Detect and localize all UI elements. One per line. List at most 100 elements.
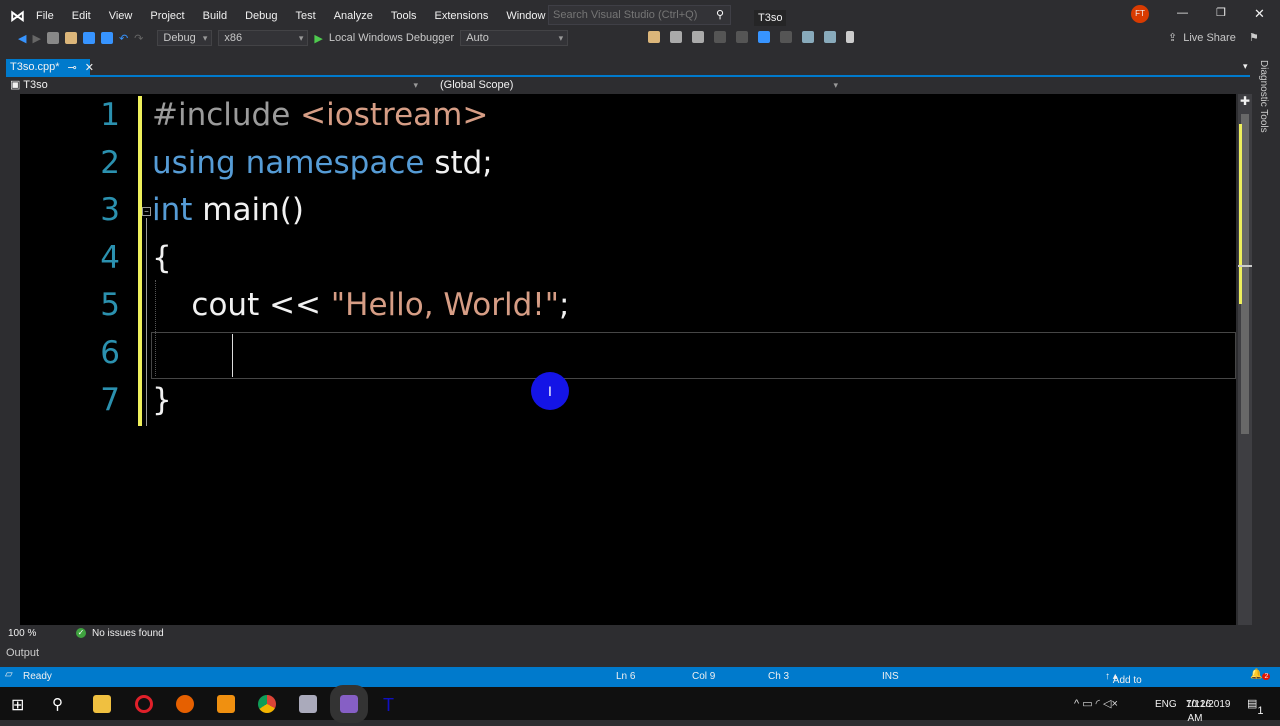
new-project-icon[interactable] bbox=[46, 32, 59, 44]
issues-status[interactable]: No issues found bbox=[92, 628, 164, 639]
windows-start-icon[interactable]: ⊞ bbox=[11, 695, 24, 714]
add-source-control-button[interactable]: ↑ Add to Source Control ▴ bbox=[1105, 671, 1145, 708]
split-icon[interactable]: ✚ bbox=[1240, 94, 1250, 108]
share-icon: ⇪ bbox=[1168, 32, 1178, 44]
change-margin bbox=[138, 96, 142, 426]
line-number: 7 bbox=[100, 382, 120, 418]
action-center-icon[interactable]: ▤ 1 bbox=[1247, 697, 1264, 717]
rebuild-icon[interactable] bbox=[692, 31, 704, 43]
find-icon[interactable] bbox=[648, 31, 660, 43]
notifications-bell-icon[interactable]: 🔔 2 bbox=[1250, 669, 1271, 680]
app-t-icon[interactable]: T bbox=[383, 695, 394, 715]
status-ready: Ready bbox=[23, 671, 52, 682]
start-debugger-button[interactable]: Local Windows Debugger bbox=[329, 32, 454, 44]
restore-button[interactable]: ❐ bbox=[1216, 6, 1226, 19]
menu-analyze[interactable]: Analyze bbox=[334, 10, 373, 22]
code-line[interactable]: int main() bbox=[152, 187, 304, 235]
line-number: 4 bbox=[100, 239, 120, 276]
live-share-button[interactable]: ⇪ Live Share bbox=[1168, 31, 1236, 45]
open-icon[interactable] bbox=[64, 32, 77, 44]
code-token: ; bbox=[558, 287, 570, 323]
pin-icon[interactable]: ⊸ bbox=[68, 61, 77, 74]
feedback-icon[interactable]: ⚑ bbox=[1249, 31, 1259, 44]
file-explorer-icon[interactable] bbox=[93, 695, 111, 713]
sublime-icon[interactable] bbox=[217, 695, 235, 713]
toolbar-icons bbox=[648, 31, 854, 43]
outline-collapse-icon[interactable]: − bbox=[142, 207, 151, 216]
comment-icon[interactable] bbox=[736, 31, 748, 43]
change-marker bbox=[1239, 124, 1242, 304]
minimize-button[interactable]: — bbox=[1177, 7, 1188, 19]
code-line[interactable]: using namespace std; bbox=[152, 140, 493, 188]
chrome-icon[interactable] bbox=[258, 695, 276, 713]
status-line[interactable]: Ln 6 bbox=[616, 671, 635, 682]
current-line-highlight bbox=[151, 332, 1236, 379]
code-token: using namespace bbox=[152, 144, 435, 181]
code-line[interactable]: cout << "Hello, World!"; bbox=[152, 282, 569, 330]
step-icon[interactable] bbox=[758, 31, 770, 43]
solution-title: T3so bbox=[754, 10, 787, 26]
search-box[interactable]: ⚲ bbox=[548, 5, 731, 25]
code-line[interactable]: { bbox=[152, 235, 172, 283]
menu-file[interactable]: File bbox=[36, 10, 54, 22]
tab-t3so-cpp[interactable]: T3so.cpp* ⊸ ✕ bbox=[6, 59, 94, 76]
diagnostic-tools-tab[interactable]: Diagnostic Tools bbox=[1258, 60, 1269, 133]
close-tab-icon[interactable]: ✕ bbox=[85, 61, 94, 74]
outline-line bbox=[146, 218, 147, 426]
firefox-icon[interactable] bbox=[176, 695, 194, 713]
help-indent-icon[interactable] bbox=[824, 31, 836, 43]
forward-icon[interactable]: ▶ bbox=[32, 32, 40, 45]
undo-icon[interactable]: ↶ bbox=[119, 32, 128, 45]
status-col[interactable]: Col 9 bbox=[692, 671, 715, 682]
search-input[interactable] bbox=[549, 6, 709, 24]
text-cursor bbox=[232, 334, 233, 377]
build-icon[interactable] bbox=[670, 31, 682, 43]
bookmark-icon[interactable] bbox=[846, 31, 854, 43]
menu-tools[interactable]: Tools bbox=[391, 10, 417, 22]
save-icon[interactable] bbox=[82, 32, 95, 44]
language-indicator[interactable]: ENG bbox=[1155, 699, 1177, 717]
visual-studio-icon[interactable] bbox=[330, 685, 368, 723]
menu-project[interactable]: Project bbox=[150, 10, 184, 22]
line-number: 5 bbox=[100, 287, 120, 323]
back-icon[interactable]: ◀ bbox=[18, 32, 26, 45]
target-select[interactable]: Auto bbox=[460, 30, 569, 46]
menu-debug[interactable]: Debug bbox=[245, 10, 277, 22]
format-icon[interactable] bbox=[780, 31, 792, 43]
save-all-icon[interactable] bbox=[100, 32, 113, 44]
menu-window[interactable]: Window bbox=[506, 10, 545, 22]
opera-icon[interactable] bbox=[135, 695, 153, 713]
app-icon[interactable] bbox=[299, 695, 317, 713]
zoom-select[interactable]: 100 % bbox=[0, 628, 56, 639]
line-number: 1 bbox=[100, 97, 120, 133]
code-line[interactable]: #include <iostream> bbox=[152, 92, 488, 140]
status-bar: ▱ Ready Ln 6 Col 9 Ch 3 INS ↑ Add to Sou… bbox=[0, 667, 1280, 708]
menu-edit[interactable]: Edit bbox=[72, 10, 91, 22]
status-insert-mode[interactable]: INS bbox=[882, 671, 899, 682]
code-token: } bbox=[152, 382, 172, 418]
menu-extensions[interactable]: Extensions bbox=[435, 10, 489, 22]
menu-test[interactable]: Test bbox=[296, 10, 316, 22]
vertical-scrollbar[interactable] bbox=[1238, 94, 1252, 625]
config-select[interactable]: Debug bbox=[157, 30, 213, 46]
code-token: { bbox=[152, 239, 172, 276]
redo-icon[interactable]: ↷ bbox=[134, 32, 143, 45]
tray-icons[interactable]: ^ ▭ ◜ ◁× bbox=[1074, 697, 1118, 715]
search-taskbar-icon[interactable]: ⚲ bbox=[52, 695, 63, 713]
close-button[interactable]: ✕ bbox=[1254, 6, 1265, 22]
indent-icon[interactable] bbox=[714, 31, 726, 43]
status-char[interactable]: Ch 3 bbox=[768, 671, 789, 682]
start-icon[interactable]: ▶ bbox=[314, 32, 322, 45]
horizontal-scrollbar[interactable] bbox=[220, 627, 1236, 639]
outdent-icon[interactable] bbox=[802, 31, 814, 43]
output-panel-tab[interactable]: Output bbox=[6, 647, 39, 659]
menu-view[interactable]: View bbox=[109, 10, 133, 22]
menu-build[interactable]: Build bbox=[203, 10, 227, 22]
platform-select[interactable]: x86 bbox=[218, 30, 309, 46]
scope-select[interactable]: (Global Scope) bbox=[434, 78, 842, 94]
tab-overflow-icon[interactable]: ▾ bbox=[1243, 61, 1248, 72]
code-line[interactable]: } bbox=[152, 377, 172, 425]
scrollbar-thumb[interactable] bbox=[1241, 114, 1249, 434]
avatar[interactable]: FT bbox=[1131, 5, 1149, 23]
vs-logo-icon: ⋈ bbox=[10, 8, 25, 25]
